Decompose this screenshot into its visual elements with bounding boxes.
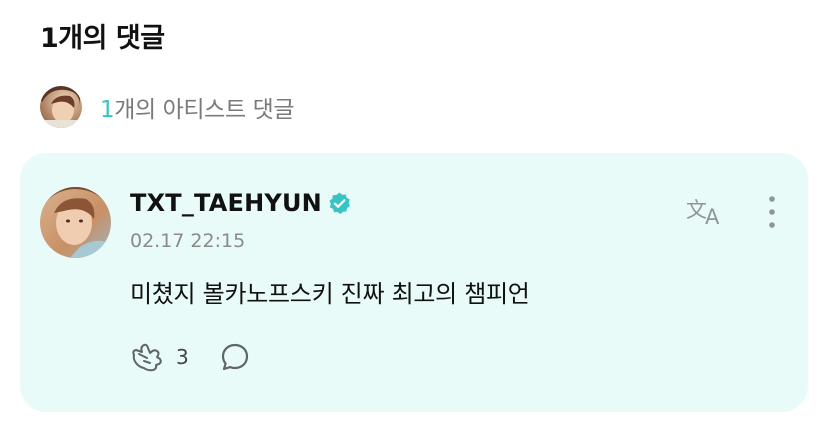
artist-comments-link[interactable]: 1개의 아티스트 댓글 xyxy=(40,86,295,128)
cheer-button[interactable]: 3 xyxy=(130,341,189,373)
comments-count-title: 1개의 댓글 xyxy=(40,23,165,54)
comments-page: 1개의 댓글 1개의 아티스트 댓글 TXT_TAEHYUN 02.17 22:… xyxy=(0,0,828,421)
cheer-hand-icon xyxy=(132,343,162,372)
svg-text:A: A xyxy=(705,205,720,227)
speech-bubble-icon[interactable] xyxy=(219,341,251,373)
comment-timestamp: 02.17 22:15 xyxy=(130,230,246,252)
cheer-count: 3 xyxy=(176,345,189,369)
comment-body: 미쳤지 볼카노프스키 진짜 최고의 챔피언 xyxy=(130,280,530,308)
verified-badge-icon xyxy=(329,192,350,214)
comment-actions: 3 xyxy=(130,341,251,373)
author-row: TXT_TAEHYUN xyxy=(130,189,352,217)
artist-comments-count: 1 xyxy=(100,97,115,123)
artist-comments-text: 개의 아티스트 댓글 xyxy=(114,97,295,123)
author-avatar[interactable] xyxy=(40,187,111,258)
translate-icon[interactable]: 文 A xyxy=(684,193,728,227)
artist-avatar xyxy=(40,86,82,128)
artist-comments-label: 1개의 아티스트 댓글 xyxy=(100,90,295,124)
artist-comment-card: TXT_TAEHYUN 02.17 22:15 미쳤지 볼카노프스키 진짜 최고… xyxy=(20,153,808,412)
author-name[interactable]: TXT_TAEHYUN xyxy=(130,189,322,217)
svg-text:文: 文 xyxy=(686,198,707,222)
more-vertical-icon[interactable] xyxy=(762,195,782,229)
